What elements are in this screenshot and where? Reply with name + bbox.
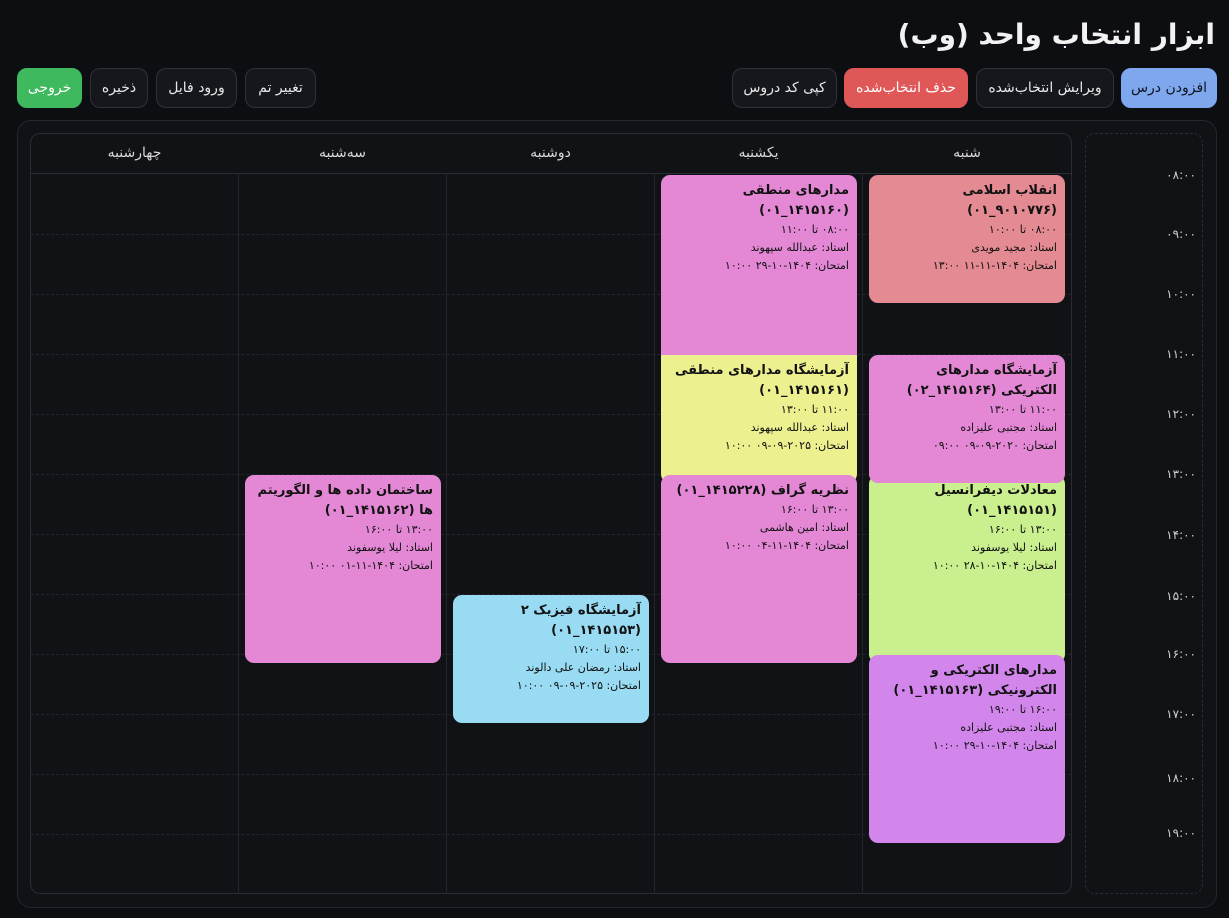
day-header-wednesday: چهارشنبه <box>107 145 162 161</box>
course-card[interactable]: نظریه گراف (۱۴۱۵۲۲۸_۰۱) ۱۳:۰۰ تا ۱۶:۰۰ ا… <box>661 475 857 663</box>
time-label: ۱۸:۰۰ <box>1166 771 1196 785</box>
course-card[interactable]: مدارهای الکتریکی و الکترونیکی (۱۴۱۵۱۶۳_۰… <box>869 655 1065 843</box>
day-header-monday: دوشنبه <box>530 145 571 161</box>
time-label: ۱۲:۰۰ <box>1166 407 1196 421</box>
course-time: ۱۳:۰۰ تا ۱۶:۰۰ <box>780 503 849 516</box>
edit-selected-button[interactable]: ویرایش انتخاب‌شده <box>976 68 1114 108</box>
course-teacher: استاد: لیلا یوسفوند <box>347 541 433 554</box>
course-name: آزمایشگاه مدارهای منطقی (۱۴۱۵۱۶۱_۰۱) <box>675 363 849 398</box>
time-label: ۰۸:۰۰ <box>1166 168 1196 182</box>
course-card[interactable]: آزمایشگاه فیزیک ۲ (۱۴۱۵۱۵۳_۰۱) ۱۵:۰۰ تا … <box>453 595 649 723</box>
course-teacher: استاد: امین هاشمی <box>759 521 849 534</box>
time-label: ۱۵:۰۰ <box>1166 589 1196 603</box>
course-name: مدارهای الکتریکی و الکترونیکی (۱۴۱۵۱۶۳_۰… <box>893 663 1057 698</box>
course-time: ۱۱:۰۰ تا ۱۳:۰۰ <box>780 403 849 416</box>
course-time: ۱۵:۰۰ تا ۱۷:۰۰ <box>572 643 641 656</box>
course-card[interactable]: انقلاب اسلامی (۹۰۱۰۷۷۶_۰۱) ۰۸:۰۰ تا ۱۰:۰… <box>869 175 1065 303</box>
change-theme-button[interactable]: تغییر تم <box>245 68 316 108</box>
time-label: ۱۶:۰۰ <box>1166 647 1196 661</box>
course-time: ۰۸:۰۰ تا ۱۰:۰۰ <box>988 223 1057 236</box>
course-exam: امتحان: ۱۴۰۴-۱۰-۲۹ ۱۰:۰۰ <box>724 259 849 272</box>
course-teacher: استاد: لیلا یوسفوند <box>971 541 1057 554</box>
course-teacher: استاد: عبدالله سپهوند <box>750 241 849 254</box>
grid-divider <box>446 173 447 894</box>
course-teacher: استاد: عبدالله سپهوند <box>750 421 849 434</box>
course-time: ۱۶:۰۰ تا ۱۹:۰۰ <box>988 703 1057 716</box>
grid-divider <box>238 173 239 894</box>
grid-line <box>31 173 1071 174</box>
copy-codes-button[interactable]: کپی کد دروس <box>732 68 837 108</box>
course-teacher: استاد: رمضان علی دالوند <box>525 661 641 674</box>
course-teacher: استاد: مجتبی علیزاده <box>960 421 1057 434</box>
time-label: ۱۷:۰۰ <box>1166 707 1196 721</box>
course-name: ساختمان داده ها و الگوریتم ها (۱۴۱۵۱۶۲_۰… <box>257 483 434 518</box>
course-exam: امتحان: ۲۰۲۵-۰۹-۰۹ ۱۰:۰۰ <box>724 439 849 452</box>
day-header-saturday: شنبه <box>953 145 981 161</box>
time-label: ۰۹:۰۰ <box>1166 227 1196 241</box>
course-card[interactable]: مدارهای منطقی (۱۴۱۵۱۶۰_۰۱) ۰۸:۰۰ تا ۱۱:۰… <box>661 175 857 363</box>
page-title: ابزار انتخاب واحد (وب) <box>897 18 1215 51</box>
delete-selected-button[interactable]: حذف انتخاب‌شده <box>844 68 968 108</box>
course-teacher: استاد: مجید مویدی <box>971 241 1057 254</box>
course-exam: امتحان: ۲۰۲۰-۰۹-۰۹ ۰۹:۰۰ <box>932 439 1057 452</box>
course-exam: امتحان: ۱۴۰۴-۱۱-۰۱ ۱۰:۰۰ <box>308 559 433 572</box>
course-card[interactable]: معادلات دیفرانسیل (۱۴۱۵۱۵۱_۰۱) ۱۳:۰۰ تا … <box>869 475 1065 663</box>
course-time: ۱۳:۰۰ تا ۱۶:۰۰ <box>364 523 433 536</box>
course-teacher: استاد: مجتبی علیزاده <box>960 721 1057 734</box>
course-exam: امتحان: ۱۴۰۴-۱۰-۲۹ ۱۰:۰۰ <box>932 739 1057 752</box>
course-time: ۱۱:۰۰ تا ۱۳:۰۰ <box>988 403 1057 416</box>
course-name: معادلات دیفرانسیل (۱۴۱۵۱۵۱_۰۱) <box>934 483 1057 518</box>
course-name: مدارهای منطقی (۱۴۱۵۱۶۰_۰۱) <box>742 183 849 218</box>
course-name: انقلاب اسلامی (۹۰۱۰۷۷۶_۰۱) <box>962 183 1057 218</box>
grid-divider <box>862 173 863 894</box>
course-time: ۰۸:۰۰ تا ۱۱:۰۰ <box>780 223 849 236</box>
time-label: ۱۰:۰۰ <box>1166 287 1196 301</box>
course-card[interactable]: آزمایشگاه مدارهای الکتریکی (۱۴۱۵۱۶۴_۰۲) … <box>869 355 1065 483</box>
course-exam: امتحان: ۲۰۲۵-۰۹-۰۹ ۱۰:۰۰ <box>516 679 641 692</box>
course-exam: امتحان: ۱۴۰۴-۱۰-۲۸ ۱۰:۰۰ <box>932 559 1057 572</box>
export-button[interactable]: خروجی <box>17 68 82 108</box>
add-course-button[interactable]: افزودن درس <box>1121 68 1217 108</box>
course-card[interactable]: آزمایشگاه مدارهای منطقی (۱۴۱۵۱۶۱_۰۱) ۱۱:… <box>661 355 857 483</box>
course-time: ۱۳:۰۰ تا ۱۶:۰۰ <box>988 523 1057 536</box>
time-label: ۱۳:۰۰ <box>1166 467 1196 481</box>
course-card[interactable]: ساختمان داده ها و الگوریتم ها (۱۴۱۵۱۶۲_۰… <box>245 475 441 663</box>
import-file-button[interactable]: ورود فایل <box>156 68 237 108</box>
time-label: ۱۹:۰۰ <box>1166 826 1196 840</box>
save-button[interactable]: ذخیره <box>90 68 148 108</box>
grid-divider <box>654 173 655 894</box>
day-header-tuesday: سه‌شنبه <box>319 145 366 161</box>
day-header-sunday: یکشنبه <box>738 145 779 161</box>
course-name: آزمایشگاه مدارهای الکتریکی (۱۴۱۵۱۶۴_۰۲) <box>906 363 1057 398</box>
time-label: ۱۱:۰۰ <box>1166 347 1196 361</box>
course-exam: امتحان: ۱۴۰۴-۱۱-۱۱ ۱۳:۰۰ <box>932 259 1057 272</box>
course-exam: امتحان: ۱۴۰۴-۱۱-۰۴ ۱۰:۰۰ <box>724 539 849 552</box>
course-name: نظریه گراف (۱۴۱۵۲۲۸_۰۱) <box>676 483 849 498</box>
course-name: آزمایشگاه فیزیک ۲ (۱۴۱۵۱۵۳_۰۱) <box>520 603 641 638</box>
time-label: ۱۴:۰۰ <box>1166 528 1196 542</box>
